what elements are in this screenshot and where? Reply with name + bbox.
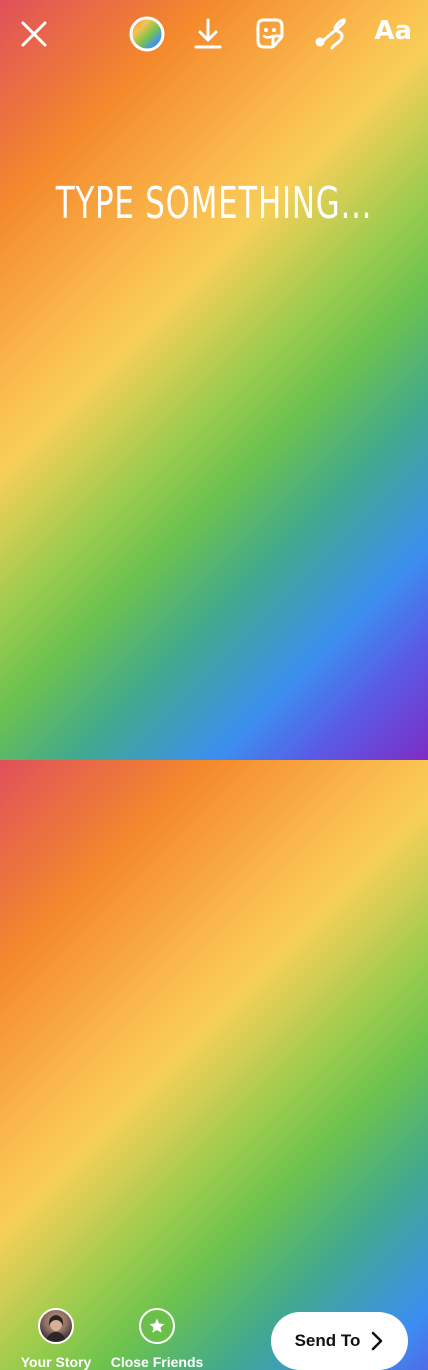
top-toolbar: Aa: [0, 0, 428, 72]
star-icon: [149, 1318, 165, 1333]
color-gradient-icon: [129, 16, 165, 52]
background-color-button[interactable]: [125, 12, 169, 56]
draw-button[interactable]: [309, 12, 353, 56]
download-button[interactable]: [186, 12, 230, 56]
draw-squiggle-icon: [315, 18, 346, 50]
type-something-placeholder[interactable]: TYPE SOMETHING...: [47, 178, 381, 229]
close-button[interactable]: [12, 12, 56, 56]
sticker-button[interactable]: [248, 12, 292, 56]
send-to-label: Send To: [294, 1331, 361, 1350]
text-tool-button[interactable]: Aa: [374, 16, 412, 46]
avatar: [38, 1308, 74, 1344]
close-friends-label: Close Friends: [110, 1354, 204, 1370]
bottom-share-bar: Your Story Close Friends Send To: [0, 640, 428, 1370]
download-icon: [194, 18, 222, 49]
avatar-image: [46, 1315, 66, 1342]
close-icon: [21, 21, 47, 47]
close-friends-badge: [139, 1308, 175, 1344]
close-friends-button[interactable]: Close Friends: [110, 1308, 204, 1370]
your-story-label: Your Story: [20, 1354, 92, 1370]
chevron-right-icon: [372, 1331, 383, 1351]
send-to-button[interactable]: Send To: [271, 1312, 408, 1370]
your-story-button[interactable]: Your Story: [18, 1308, 94, 1370]
sticker-face-icon: [256, 18, 284, 49]
